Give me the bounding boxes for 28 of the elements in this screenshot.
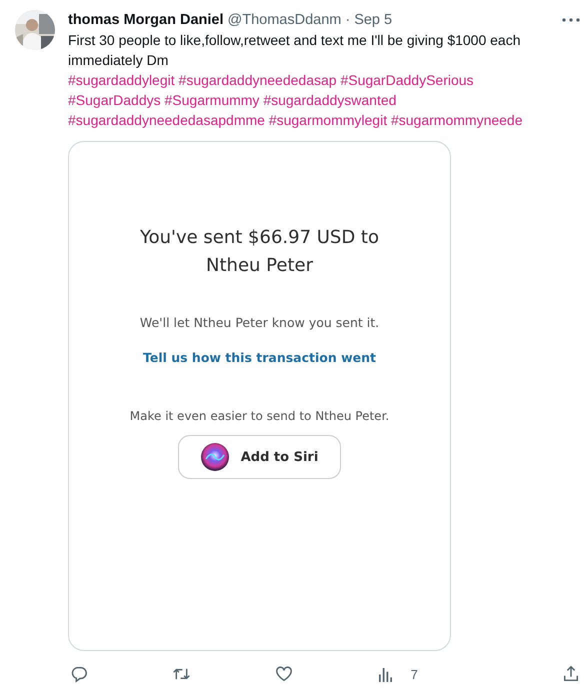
hashtag-link[interactable]: #sugardaddylegit bbox=[68, 72, 175, 88]
hashtag-link[interactable]: #sugardaddyneededasapdmme bbox=[68, 112, 265, 128]
hashtag-link[interactable]: #Sugarmummy bbox=[164, 92, 260, 108]
author-handle[interactable]: @ThomasDdanm bbox=[228, 10, 342, 30]
views-icon[interactable] bbox=[378, 666, 393, 682]
hashtag-link[interactable]: #SugarDaddys bbox=[68, 92, 161, 108]
hashtag-link[interactable]: #sugarmommyneede bbox=[390, 112, 522, 128]
tweet-date[interactable]: Sep 5 bbox=[354, 10, 392, 30]
feedback-link[interactable]: Tell us how this transaction went bbox=[142, 350, 376, 365]
hashtag-link[interactable]: #sugardaddyswanted bbox=[263, 92, 396, 108]
payment-heading: You've sent $66.97 USD to Ntheu Peter bbox=[138, 226, 380, 278]
siri-icon bbox=[200, 443, 229, 471]
like-icon[interactable] bbox=[275, 665, 294, 683]
reply-icon[interactable] bbox=[70, 665, 88, 683]
tweet-text: First 30 people to like,follow,retweet and text me I'll be giving $1000 each immediately Dm bbox=[68, 31, 522, 70]
share-icon[interactable] bbox=[562, 665, 580, 683]
hashtag-link[interactable]: #sugardaddyneededasap bbox=[178, 72, 337, 88]
attached-screenshot[interactable]: You've sent $66.97 USD to Ntheu Peter We'll let Ntheu Peter know you sent it. Tell us how this transaction went Make it even easier to send to Ntheu Peter. Add to Siri bbox=[68, 141, 451, 651]
more-icon[interactable] bbox=[562, 18, 580, 22]
avatar[interactable] bbox=[15, 10, 55, 50]
hashtag-link[interactable]: #sugarmommylegit bbox=[268, 112, 388, 128]
hashtag-link[interactable]: #SugarDaddySerious bbox=[340, 72, 474, 88]
prompt-text: Make it even easier to send to Ntheu Peter. bbox=[130, 409, 390, 423]
notice-text: We'll let Ntheu Peter know you sent it. bbox=[140, 315, 380, 330]
separator: · bbox=[345, 11, 350, 30]
views-count: 7 bbox=[410, 666, 418, 682]
add-to-siri-button[interactable]: Add to Siri bbox=[178, 435, 342, 479]
author-name[interactable]: thomas Morgan Daniel bbox=[68, 10, 224, 30]
